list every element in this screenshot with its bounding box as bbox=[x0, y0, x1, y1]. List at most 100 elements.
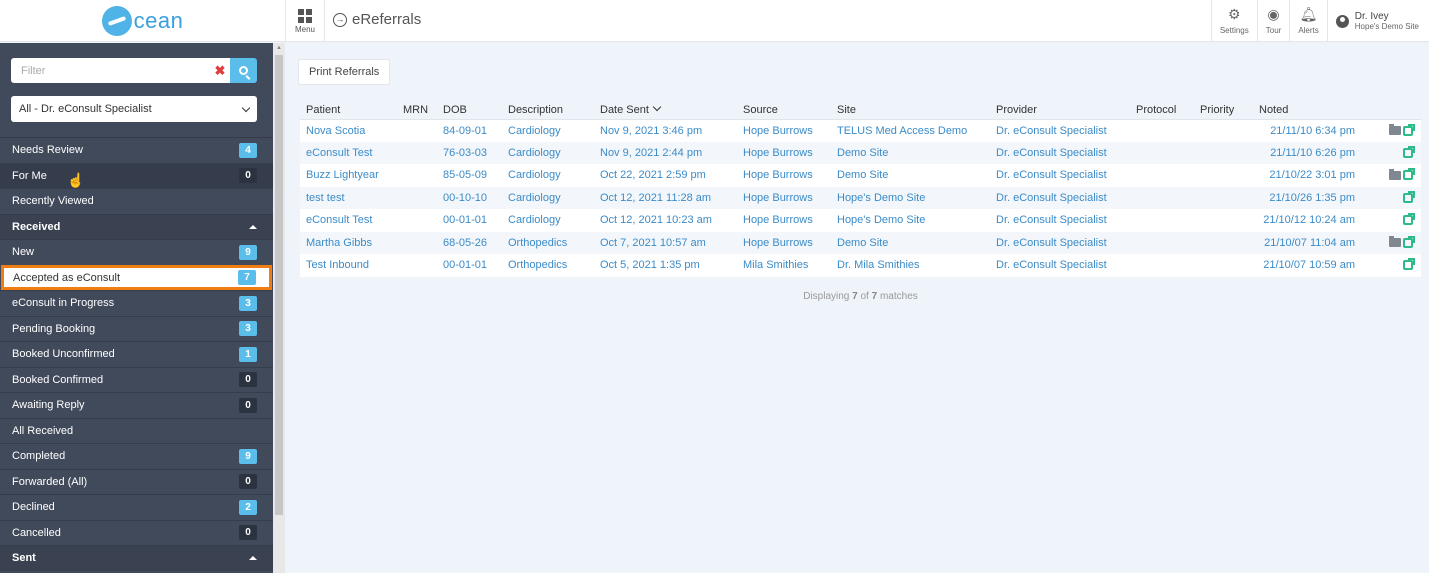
column-header[interactable]: Description bbox=[502, 101, 594, 120]
column-header[interactable]: Source bbox=[737, 101, 831, 120]
cell-source[interactable]: Hope Burrows bbox=[737, 186, 831, 209]
cell-source[interactable]: Hope Burrows bbox=[737, 209, 831, 232]
table-row[interactable]: Martha Gibbs 68-05-26 Orthopedics Oct 7, 20… bbox=[300, 231, 1421, 254]
share-icon[interactable] bbox=[1403, 168, 1415, 181]
print-referrals-button[interactable]: Print Referrals bbox=[298, 59, 391, 85]
cell-noted[interactable]: 21/10/07 11:04 am bbox=[1253, 231, 1361, 254]
clear-filter-icon[interactable]: ✖ bbox=[210, 58, 230, 83]
cell-description[interactable]: Cardiology bbox=[502, 141, 594, 164]
cell-source[interactable]: Hope Burrows bbox=[737, 231, 831, 254]
column-header[interactable]: Protocol bbox=[1130, 101, 1194, 120]
cell-noted[interactable]: 21/10/12 10:24 am bbox=[1253, 209, 1361, 232]
sidebar-item-accepted-as-econsult[interactable]: Accepted as eConsult 7 bbox=[1, 264, 272, 290]
cell-date-sent[interactable]: Oct 22, 2021 2:59 pm bbox=[594, 164, 737, 187]
cell-noted[interactable]: 21/11/10 6:26 pm bbox=[1253, 141, 1361, 164]
cell-patient[interactable]: test test bbox=[300, 186, 397, 209]
folder-icon[interactable] bbox=[1389, 168, 1401, 180]
cell-date-sent[interactable]: Oct 12, 2021 11:28 am bbox=[594, 186, 737, 209]
table-row[interactable]: eConsult Test 00-01-01 Cardiology Oct 12, 2… bbox=[300, 209, 1421, 232]
sidebar-item-for-me[interactable]: For Me 0 bbox=[0, 162, 273, 188]
cell-provider[interactable]: Dr. eConsult Specialist bbox=[990, 164, 1130, 187]
sidebar-item-econsult-in-progress[interactable]: eConsult in Progress 3 bbox=[0, 290, 273, 316]
search-button[interactable] bbox=[230, 58, 257, 83]
cell-date-sent[interactable]: Oct 7, 2021 10:57 am bbox=[594, 231, 737, 254]
cell-dob[interactable]: 85-05-09 bbox=[437, 164, 502, 187]
share-icon[interactable] bbox=[1403, 235, 1415, 248]
column-header[interactable]: Priority bbox=[1194, 101, 1253, 120]
sidebar-section-sent[interactable]: Sent bbox=[0, 545, 273, 571]
cell-provider[interactable]: Dr. eConsult Specialist bbox=[990, 141, 1130, 164]
cell-noted[interactable]: 21/10/07 10:59 am bbox=[1253, 254, 1361, 277]
cell-dob[interactable]: 00-01-01 bbox=[437, 254, 502, 277]
cell-description[interactable]: Orthopedics bbox=[502, 254, 594, 277]
cell-provider[interactable]: Dr. eConsult Specialist bbox=[990, 119, 1130, 142]
cell-description[interactable]: Orthopedics bbox=[502, 231, 594, 254]
sidebar-item-all-received[interactable]: All Received bbox=[0, 417, 273, 443]
cell-patient[interactable]: Test Inbound bbox=[300, 254, 397, 277]
cell-noted[interactable]: 21/10/22 3:01 pm bbox=[1253, 164, 1361, 187]
cell-source[interactable]: Mila Smithies bbox=[737, 254, 831, 277]
cell-dob[interactable]: 68-05-26 bbox=[437, 231, 502, 254]
sidebar-section-received[interactable]: Received bbox=[0, 213, 273, 239]
sidebar-item-new[interactable]: New 9 bbox=[0, 239, 273, 265]
cell-description[interactable]: Cardiology bbox=[502, 186, 594, 209]
sidebar-item-booked-unconfirmed[interactable]: Booked Unconfirmed 1 bbox=[0, 341, 273, 367]
sidebar-item-recently-viewed[interactable]: Recently Viewed bbox=[0, 188, 273, 214]
table-row[interactable]: Test Inbound 00-01-01 Orthopedics Oct 5, 20… bbox=[300, 254, 1421, 277]
table-row[interactable]: Buzz Lightyear 85-05-09 Cardiology Oct 22, … bbox=[300, 164, 1421, 187]
column-header[interactable]: MRN bbox=[397, 101, 437, 120]
cell-noted[interactable]: 21/11/10 6:34 pm bbox=[1253, 119, 1361, 142]
table-row[interactable]: eConsult Test 76-03-03 Cardiology Nov 9, 20… bbox=[300, 141, 1421, 164]
cell-provider[interactable]: Dr. eConsult Specialist bbox=[990, 186, 1130, 209]
cell-site[interactable]: Hope's Demo Site bbox=[831, 209, 990, 232]
cell-dob[interactable]: 00-10-10 bbox=[437, 186, 502, 209]
alerts-button[interactable]: 🔔︎ Alerts bbox=[1289, 0, 1326, 42]
sidebar-scrollbar[interactable]: ▲ bbox=[273, 43, 285, 573]
cell-dob[interactable]: 84-09-01 bbox=[437, 119, 502, 142]
cell-source[interactable]: Hope Burrows bbox=[737, 119, 831, 142]
column-header[interactable]: Patient bbox=[300, 101, 397, 120]
share-icon[interactable] bbox=[1403, 213, 1415, 226]
cell-noted[interactable]: 21/10/26 1:35 pm bbox=[1253, 186, 1361, 209]
cell-source[interactable]: Hope Burrows bbox=[737, 164, 831, 187]
table-row[interactable]: Nova Scotia 84-09-01 Cardiology Nov 9, 2021… bbox=[300, 119, 1421, 142]
cell-patient[interactable]: Nova Scotia bbox=[300, 119, 397, 142]
cell-patient[interactable]: Buzz Lightyear bbox=[300, 164, 397, 187]
cell-patient[interactable]: eConsult Test bbox=[300, 141, 397, 164]
sidebar-item-booked-confirmed[interactable]: Booked Confirmed 0 bbox=[0, 366, 273, 392]
cell-date-sent[interactable]: Oct 12, 2021 10:23 am bbox=[594, 209, 737, 232]
cell-description[interactable]: Cardiology bbox=[502, 164, 594, 187]
tour-button[interactable]: ◉ Tour bbox=[1256, 0, 1290, 42]
folder-icon[interactable] bbox=[1389, 124, 1401, 136]
table-row[interactable]: test test 00-10-10 Cardiology Oct 12, 2021 … bbox=[300, 186, 1421, 209]
cell-date-sent[interactable]: Nov 9, 2021 2:44 pm bbox=[594, 141, 737, 164]
settings-button[interactable]: ⚙ Settings bbox=[1210, 0, 1257, 42]
sidebar-item-cancelled[interactable]: Cancelled 0 bbox=[0, 519, 273, 545]
cell-description[interactable]: Cardiology bbox=[502, 209, 594, 232]
scrollbar-thumb[interactable] bbox=[275, 55, 283, 515]
cell-provider[interactable]: Dr. eConsult Specialist bbox=[990, 254, 1130, 277]
column-header[interactable]: Noted bbox=[1253, 101, 1361, 120]
column-header[interactable]: DOB bbox=[437, 101, 502, 120]
cell-provider[interactable]: Dr. eConsult Specialist bbox=[990, 231, 1130, 254]
cell-patient[interactable]: eConsult Test bbox=[300, 209, 397, 232]
cell-site[interactable]: Dr. Mila Smithies bbox=[831, 254, 990, 277]
sidebar-item-declined[interactable]: Declined 2 bbox=[0, 494, 273, 520]
folder-icon[interactable] bbox=[1389, 236, 1401, 248]
cell-site[interactable]: Demo Site bbox=[831, 141, 990, 164]
cell-date-sent[interactable]: Nov 9, 2021 3:46 pm bbox=[594, 119, 737, 142]
column-header-date-sent[interactable]: Date Sent bbox=[594, 101, 737, 120]
cell-site[interactable]: Demo Site bbox=[831, 164, 990, 187]
cell-date-sent[interactable]: Oct 5, 2021 1:35 pm bbox=[594, 254, 737, 277]
cell-site[interactable]: Demo Site bbox=[831, 231, 990, 254]
sidebar-item-pending-booking[interactable]: Pending Booking 3 bbox=[0, 315, 273, 341]
scroll-up-icon[interactable]: ▲ bbox=[276, 45, 282, 51]
logo[interactable]: cean bbox=[0, 0, 285, 42]
cell-site[interactable]: TELUS Med Access Demo bbox=[831, 119, 990, 142]
sidebar-item-completed[interactable]: Completed 9 bbox=[0, 443, 273, 469]
filter-input[interactable]: Filter bbox=[11, 58, 210, 83]
column-header[interactable]: Site bbox=[831, 101, 990, 120]
cell-dob[interactable]: 00-01-01 bbox=[437, 209, 502, 232]
sidebar-item-awaiting-reply[interactable]: Awaiting Reply 0 bbox=[0, 392, 273, 418]
cell-description[interactable]: Cardiology bbox=[502, 119, 594, 142]
